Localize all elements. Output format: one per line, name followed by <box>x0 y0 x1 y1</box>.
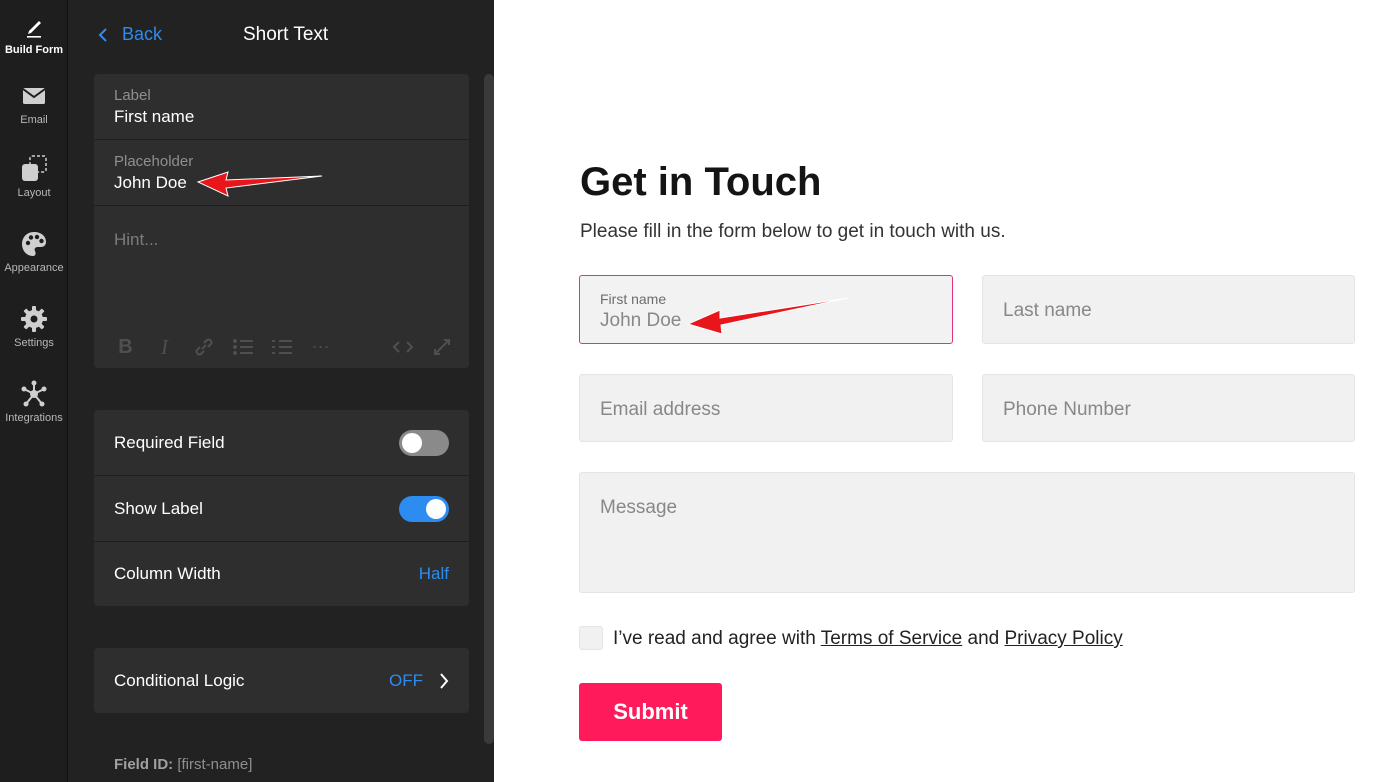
last-name-placeholder: Last name <box>1003 300 1092 321</box>
envelope-icon <box>22 88 46 104</box>
integrations-icon <box>21 380 47 407</box>
palette-icon <box>22 232 46 256</box>
column-width-value[interactable]: Half <box>419 564 449 584</box>
agree-and: and <box>962 628 1005 649</box>
submit-button[interactable]: Submit <box>579 683 722 741</box>
code-icon[interactable] <box>383 335 422 359</box>
label-field[interactable]: Label First name <box>94 74 469 140</box>
panel-header: Back Short Text <box>68 0 494 70</box>
phone-placeholder: Phone Number <box>1003 399 1131 420</box>
first-name-placeholder: John Doe <box>600 310 682 331</box>
placeholder-field-caption: Placeholder <box>114 153 194 170</box>
email-placeholder: Email address <box>600 399 721 420</box>
back-label: Back <box>122 24 163 44</box>
pencil-icon <box>27 21 41 38</box>
form-preview: Get in Touch Please fill in the form bel… <box>494 0 1390 782</box>
text-settings-card: Label First name Placeholder John Doe Hi… <box>94 74 469 368</box>
more-icon[interactable]: ⋯ <box>301 335 340 359</box>
column-width-label: Column Width <box>114 564 221 583</box>
terms-link[interactable]: Terms of Service <box>821 628 962 649</box>
hint-placeholder: Hint... <box>114 230 159 249</box>
rail-label: Settings <box>14 337 54 349</box>
conditional-logic-card[interactable]: Conditional Logic OFF <box>94 648 469 713</box>
italic-icon[interactable]: I <box>145 335 184 359</box>
form-title: Get in Touch <box>580 160 822 204</box>
link-icon[interactable] <box>184 335 223 359</box>
first-name-input[interactable]: First name John Doe <box>579 275 953 344</box>
phone-input[interactable]: Phone Number <box>982 374 1355 442</box>
rail-label: Integrations <box>5 412 63 424</box>
numbered-list-icon[interactable] <box>262 335 301 359</box>
panel-scrollbar[interactable] <box>484 74 494 744</box>
options-card: Required Field Show Label Column Width H… <box>94 410 469 606</box>
rail-item-settings[interactable]: Settings <box>0 305 68 349</box>
show-label-label: Show Label <box>114 498 203 518</box>
field-id-value: [first-name] <box>177 756 253 773</box>
conditional-logic-label: Conditional Logic <box>114 670 245 690</box>
back-button[interactable]: Back <box>98 24 162 45</box>
privacy-link[interactable]: Privacy Policy <box>1004 628 1122 649</box>
field-settings-panel: Back Short Text Label First name Placeho… <box>68 0 494 782</box>
form-subtitle: Please fill in the form below to get in … <box>580 221 1006 242</box>
rail-item-appearance[interactable]: Appearance <box>0 230 68 274</box>
hint-toolbar: B I ⋯ <box>106 334 461 360</box>
rail-item-build-form[interactable]: Build Form <box>0 12 68 56</box>
last-name-input[interactable]: Last name <box>982 275 1355 344</box>
conditional-logic-value: OFF <box>389 670 423 690</box>
rail-label: Appearance <box>4 262 64 274</box>
rail-label: Layout <box>17 187 51 199</box>
label-field-caption: Label <box>114 87 151 104</box>
field-id-label: Field ID: <box>114 756 174 773</box>
email-input[interactable]: Email address <box>579 374 953 442</box>
icon-rail: Build Form Email Layout Appearance Setti… <box>0 0 68 782</box>
placeholder-field-value: John Doe <box>114 173 187 192</box>
required-field-label: Required Field <box>114 432 225 452</box>
rail-label: Email <box>20 114 48 126</box>
bold-icon[interactable]: B <box>106 335 145 359</box>
rail-item-layout[interactable]: Layout <box>0 155 68 199</box>
required-field-toggle[interactable] <box>399 429 449 456</box>
agree-checkbox[interactable] <box>579 626 603 650</box>
hint-editor[interactable]: Hint... B I ⋯ <box>94 206 469 368</box>
column-width-row: Column Width Half <box>94 542 469 606</box>
message-textarea[interactable]: Message <box>579 472 1355 593</box>
first-name-label: First name <box>600 291 667 307</box>
rail-item-email[interactable]: Email <box>0 82 68 126</box>
chevron-right-icon <box>440 672 449 689</box>
label-field-value: First name <box>114 107 195 126</box>
agree-prefix: I’ve read and agree with <box>613 628 821 649</box>
agree-text: I’ve read and agree with Terms of Servic… <box>613 628 1123 650</box>
show-label-row: Show Label <box>94 476 469 542</box>
rail-label: Build Form <box>4 44 64 56</box>
rail-item-integrations[interactable]: Integrations <box>0 380 68 424</box>
conditional-logic-row[interactable]: Conditional Logic OFF <box>94 648 469 713</box>
field-id: Field ID: [first-name] <box>114 756 252 773</box>
message-placeholder: Message <box>600 497 678 518</box>
expand-icon[interactable] <box>422 335 461 359</box>
gear-icon <box>21 306 47 332</box>
required-field-row: Required Field <box>94 410 469 476</box>
panel-title: Short Text <box>243 24 329 45</box>
placeholder-field[interactable]: Placeholder John Doe <box>94 140 469 206</box>
show-label-toggle[interactable] <box>399 495 449 522</box>
chevron-left-icon <box>98 27 107 42</box>
layout-icon <box>22 155 47 181</box>
bullet-list-icon[interactable] <box>223 335 262 359</box>
